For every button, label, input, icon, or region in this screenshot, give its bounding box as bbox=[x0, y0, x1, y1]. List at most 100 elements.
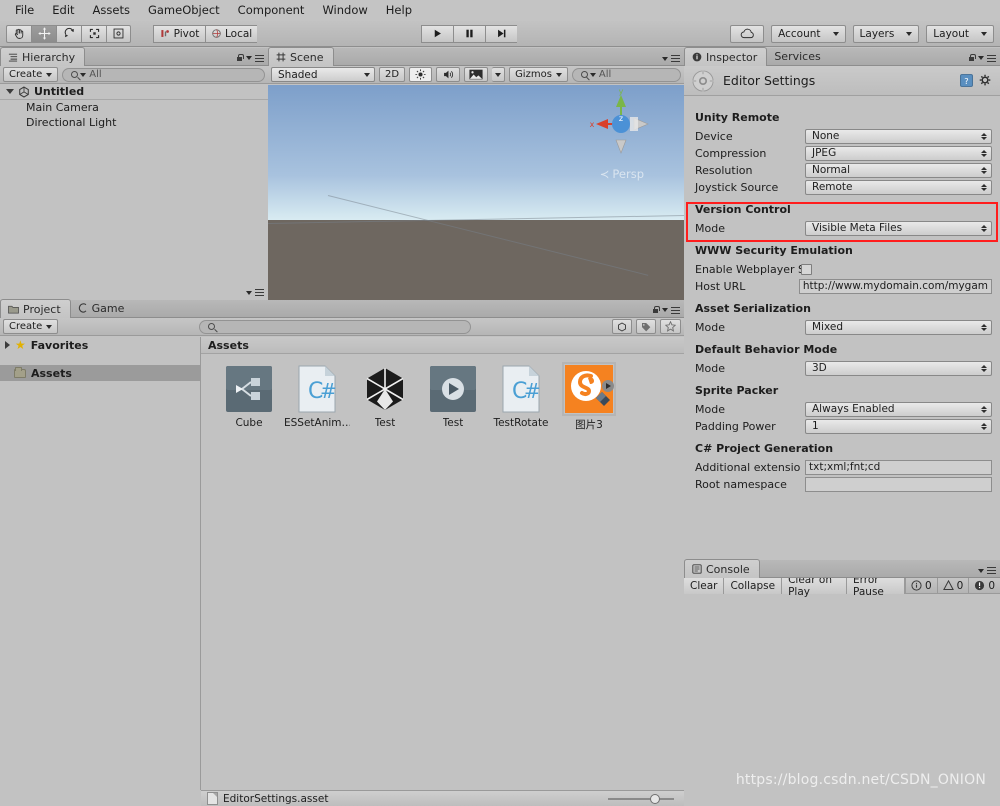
scale-tool-button[interactable] bbox=[81, 24, 106, 43]
help-icon[interactable]: ? bbox=[960, 74, 973, 87]
scene-fx-dropdown[interactable] bbox=[492, 67, 506, 82]
scene-tab-menu[interactable] bbox=[662, 55, 680, 62]
panel-menu-icon[interactable] bbox=[987, 54, 996, 62]
root-namespace-input[interactable] bbox=[805, 476, 992, 492]
menu-item-file[interactable]: File bbox=[6, 0, 43, 21]
project-tree-assets[interactable]: Assets bbox=[0, 365, 200, 381]
asset-item-test-scene[interactable]: Test bbox=[351, 364, 419, 432]
tab-scene[interactable]: Scene bbox=[268, 47, 334, 66]
project-filter-label-button[interactable] bbox=[636, 319, 657, 334]
lock-icon[interactable] bbox=[968, 54, 976, 62]
menu-item-gameobject[interactable]: GameObject bbox=[139, 0, 229, 21]
scene-search-input[interactable]: All bbox=[571, 67, 681, 82]
project-tree-favorites[interactable]: ★ Favorites bbox=[0, 337, 200, 353]
hierarchy-tab-menu[interactable] bbox=[236, 54, 264, 62]
account-dropdown[interactable]: Account bbox=[771, 24, 846, 43]
hierarchy-search-input[interactable]: All bbox=[62, 67, 265, 82]
compression-dropdown[interactable]: JPEG bbox=[805, 145, 992, 161]
hierarchy-create-button[interactable]: Create bbox=[3, 67, 59, 82]
asset-item-essetanim[interactable]: C # ESSetAnim… bbox=[283, 364, 351, 432]
chevron-down-icon[interactable] bbox=[6, 89, 14, 94]
lock-icon[interactable] bbox=[236, 54, 244, 62]
rect-tool-button[interactable] bbox=[106, 24, 131, 43]
chevron-right-icon[interactable] bbox=[5, 341, 10, 349]
audio-icon bbox=[444, 70, 454, 79]
zoom-slider-knob[interactable] bbox=[650, 793, 660, 804]
sprite-packer-mode-dropdown[interactable]: Always Enabled bbox=[805, 401, 992, 417]
hierarchy-scene-row[interactable]: Untitled bbox=[0, 84, 268, 296]
menu-item-assets[interactable]: Assets bbox=[84, 0, 139, 21]
asset-name: Cube bbox=[235, 417, 263, 429]
pause-button[interactable] bbox=[453, 24, 486, 43]
scene-audio-toggle[interactable] bbox=[436, 67, 461, 82]
menu-item-component[interactable]: Component bbox=[229, 0, 314, 21]
scene-gizmos-dropdown[interactable]: Gizmos bbox=[509, 67, 568, 82]
project-search-input[interactable] bbox=[199, 319, 472, 334]
gear-icon[interactable] bbox=[979, 74, 992, 87]
console-clear-button[interactable]: Clear bbox=[684, 577, 725, 594]
tab-hierarchy[interactable]: Hierarchy bbox=[0, 47, 86, 66]
perspective-label[interactable]: ≺ Persp bbox=[600, 167, 644, 181]
joystick-source-dropdown[interactable]: Remote bbox=[805, 179, 992, 195]
inspector-tab-menu[interactable] bbox=[968, 54, 996, 62]
additional-extensions-input[interactable]: txt;xml;fnt;cd bbox=[805, 459, 992, 475]
layers-dropdown[interactable]: Layers bbox=[852, 24, 920, 43]
asset-serialization-mode-dropdown[interactable]: Mixed bbox=[805, 319, 992, 335]
scene-shading-dropdown[interactable]: Shaded bbox=[271, 67, 375, 82]
hierarchy-item-directional-light[interactable]: Directional Light bbox=[0, 115, 268, 130]
move-tool-button[interactable] bbox=[31, 24, 56, 43]
menu-item-window[interactable]: Window bbox=[313, 0, 376, 21]
scene-fx-toggle[interactable] bbox=[464, 67, 489, 82]
console-tab-menu[interactable] bbox=[978, 567, 996, 574]
hand-tool-button[interactable] bbox=[6, 24, 31, 43]
play-button[interactable] bbox=[421, 24, 454, 43]
menu-item-help[interactable]: Help bbox=[377, 0, 421, 21]
scene-menu-icon[interactable] bbox=[255, 289, 264, 296]
layout-dropdown[interactable]: Layout bbox=[926, 24, 994, 43]
version-control-mode-dropdown[interactable]: Visible Meta Files bbox=[805, 220, 992, 236]
console-error-pause-button[interactable]: Error Pause bbox=[847, 574, 905, 598]
panel-menu-icon[interactable] bbox=[987, 567, 996, 574]
project-tab-menu[interactable] bbox=[652, 306, 680, 314]
rotate-tool-button[interactable] bbox=[56, 24, 81, 43]
console-warning-count[interactable]: 0 bbox=[936, 577, 969, 594]
tab-services[interactable]: Services bbox=[767, 47, 829, 65]
enable-webplayer-security-checkbox[interactable] bbox=[801, 263, 812, 275]
tab-game[interactable]: Game bbox=[71, 299, 134, 317]
panel-menu-icon[interactable] bbox=[255, 54, 264, 62]
pivot-toggle-button[interactable]: Pivot bbox=[153, 24, 205, 43]
step-button[interactable] bbox=[485, 24, 518, 43]
asset-item-cube[interactable]: Cube bbox=[215, 364, 283, 432]
console-info-count[interactable]: 0 bbox=[904, 577, 937, 594]
local-toggle-button[interactable]: Local bbox=[205, 24, 258, 43]
console-collapse-button[interactable]: Collapse bbox=[724, 577, 783, 594]
scene-2d-toggle[interactable]: 2D bbox=[379, 67, 406, 82]
project-create-button[interactable]: Create bbox=[3, 319, 59, 334]
zoom-slider[interactable] bbox=[608, 793, 674, 805]
hierarchy-item-label: Main Camera bbox=[26, 101, 99, 114]
scene-viewport[interactable]: y x z ≺ Persp bbox=[268, 85, 684, 300]
resolution-dropdown[interactable]: Normal bbox=[805, 162, 992, 178]
scene-lighting-toggle[interactable] bbox=[409, 67, 433, 82]
padding-power-dropdown[interactable]: 1 bbox=[805, 418, 992, 434]
tab-project[interactable]: Project bbox=[0, 299, 71, 318]
device-dropdown[interactable]: None bbox=[805, 128, 992, 144]
project-favorite-button[interactable] bbox=[660, 319, 682, 334]
console-clear-on-play-button[interactable]: Clear on Play bbox=[782, 574, 848, 598]
panel-menu-icon[interactable] bbox=[671, 55, 680, 62]
default-behavior-mode-dropdown[interactable]: 3D bbox=[805, 360, 992, 376]
asset-item-testrotate[interactable]: C # TestRotate bbox=[487, 364, 555, 432]
asset-item-test-animation[interactable]: Test bbox=[419, 364, 487, 432]
tab-console[interactable]: Console bbox=[684, 559, 760, 578]
host-url-input[interactable]: http://www.mydomain.com/mygam bbox=[798, 278, 992, 294]
panel-menu-icon[interactable] bbox=[671, 306, 680, 314]
tab-inspector[interactable]: Inspector bbox=[684, 47, 768, 66]
project-filter-type-button[interactable] bbox=[612, 319, 633, 334]
scene-view-gizmo[interactable]: y x z bbox=[586, 87, 656, 159]
asset-item-sprite[interactable]: 图片3 bbox=[555, 362, 623, 432]
cloud-button[interactable] bbox=[730, 24, 765, 43]
lock-icon[interactable] bbox=[652, 306, 660, 314]
menu-item-edit[interactable]: Edit bbox=[43, 0, 83, 21]
console-error-count[interactable]: 0 bbox=[968, 577, 1000, 594]
hierarchy-item-main-camera[interactable]: Main Camera bbox=[0, 100, 268, 115]
